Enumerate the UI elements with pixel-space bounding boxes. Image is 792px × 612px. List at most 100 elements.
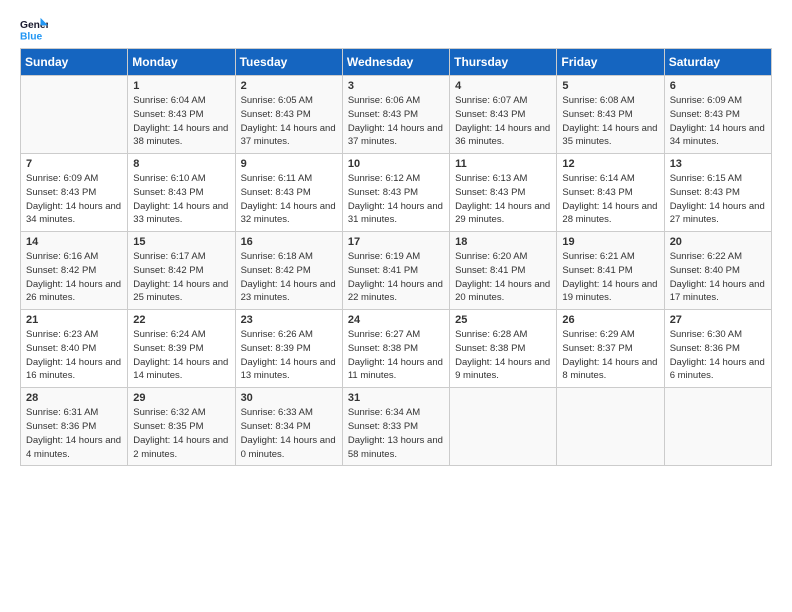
day-header-sunday: Sunday: [21, 49, 128, 76]
sunrise-text: Sunrise: 6:17 AMSunset: 8:42 PMDaylight:…: [133, 251, 228, 303]
sunrise-text: Sunrise: 6:13 AMSunset: 8:43 PMDaylight:…: [455, 173, 550, 225]
sunrise-text: Sunrise: 6:12 AMSunset: 8:43 PMDaylight:…: [348, 173, 443, 225]
day-number: 29: [133, 392, 229, 404]
week-row-3: 14 Sunrise: 6:16 AMSunset: 8:42 PMDayligh…: [21, 232, 772, 310]
day-header-row: SundayMondayTuesdayWednesdayThursdayFrid…: [21, 49, 772, 76]
week-row-2: 7Sunrise: 6:09 AMSunset: 8:43 PMDaylight…: [21, 154, 772, 232]
day-number: 12: [562, 158, 658, 170]
day-cell: 4 Sunrise: 6:07 AMSunset: 8:43 PMDaylight…: [450, 76, 557, 154]
sunrise-text: Sunrise: 6:23 AMSunset: 8:40 PMDaylight:…: [26, 329, 121, 381]
day-cell: [557, 388, 664, 466]
day-cell: 11 Sunrise: 6:13 AMSunset: 8:43 PMDayligh…: [450, 154, 557, 232]
sunrise-text: Sunrise: 6:32 AMSunset: 8:35 PMDaylight:…: [133, 407, 228, 459]
sunrise-text: Sunrise: 6:29 AMSunset: 8:37 PMDaylight:…: [562, 329, 657, 381]
day-cell: 9Sunrise: 6:11 AMSunset: 8:43 PMDaylight…: [235, 154, 342, 232]
sunrise-text: Sunrise: 6:28 AMSunset: 8:38 PMDaylight:…: [455, 329, 550, 381]
svg-text:Blue: Blue: [20, 31, 43, 42]
day-cell: 5 Sunrise: 6:08 AMSunset: 8:43 PMDaylight…: [557, 76, 664, 154]
day-cell: [21, 76, 128, 154]
day-cell: 29 Sunrise: 6:32 AMSunset: 8:35 PMDayligh…: [128, 388, 235, 466]
day-number: 14: [26, 236, 122, 248]
day-cell: 2Sunrise: 6:05 AMSunset: 8:43 PMDaylight…: [235, 76, 342, 154]
day-number: 23: [241, 314, 337, 326]
sunrise-text: Sunrise: 6:27 AMSunset: 8:38 PMDaylight:…: [348, 329, 443, 381]
week-row-4: 21 Sunrise: 6:23 AMSunset: 8:40 PMDayligh…: [21, 310, 772, 388]
day-number: 13: [670, 158, 766, 170]
day-cell: 13 Sunrise: 6:15 AMSunset: 8:43 PMDayligh…: [664, 154, 771, 232]
day-number: 3: [348, 80, 444, 92]
day-cell: 30 Sunrise: 6:33 AMSunset: 8:34 PMDayligh…: [235, 388, 342, 466]
sunrise-text: Sunrise: 6:33 AMSunset: 8:34 PMDaylight:…: [241, 407, 336, 459]
sunrise-text: Sunrise: 6:14 AMSunset: 8:43 PMDaylight:…: [562, 173, 657, 225]
sunrise-text: Sunrise: 6:34 AMSunset: 8:33 PMDaylight:…: [348, 407, 443, 459]
sunrise-text: Sunrise: 6:24 AMSunset: 8:39 PMDaylight:…: [133, 329, 228, 381]
week-row-5: 28 Sunrise: 6:31 AMSunset: 8:36 PMDayligh…: [21, 388, 772, 466]
day-cell: 26 Sunrise: 6:29 AMSunset: 8:37 PMDayligh…: [557, 310, 664, 388]
sunrise-text: Sunrise: 6:21 AMSunset: 8:41 PMDaylight:…: [562, 251, 657, 303]
logo: General Blue: [20, 16, 48, 44]
day-number: 1: [133, 80, 229, 92]
day-number: 28: [26, 392, 122, 404]
day-header-monday: Monday: [128, 49, 235, 76]
sunrise-text: Sunrise: 6:07 AMSunset: 8:43 PMDaylight:…: [455, 95, 550, 147]
day-cell: 6Sunrise: 6:09 AMSunset: 8:43 PMDaylight…: [664, 76, 771, 154]
sunrise-text: Sunrise: 6:19 AMSunset: 8:41 PMDaylight:…: [348, 251, 443, 303]
day-number: 10: [348, 158, 444, 170]
day-cell: 3Sunrise: 6:06 AMSunset: 8:43 PMDaylight…: [342, 76, 449, 154]
day-number: 30: [241, 392, 337, 404]
day-cell: [450, 388, 557, 466]
week-row-1: 1 Sunrise: 6:04 AMSunset: 8:43 PMDaylight…: [21, 76, 772, 154]
day-number: 24: [348, 314, 444, 326]
day-cell: 25Sunrise: 6:28 AMSunset: 8:38 PMDayligh…: [450, 310, 557, 388]
day-number: 26: [562, 314, 658, 326]
day-cell: 22 Sunrise: 6:24 AMSunset: 8:39 PMDayligh…: [128, 310, 235, 388]
sunrise-text: Sunrise: 6:31 AMSunset: 8:36 PMDaylight:…: [26, 407, 121, 459]
day-cell: 23 Sunrise: 6:26 AMSunset: 8:39 PMDayligh…: [235, 310, 342, 388]
day-cell: 27Sunrise: 6:30 AMSunset: 8:36 PMDayligh…: [664, 310, 771, 388]
day-cell: 1 Sunrise: 6:04 AMSunset: 8:43 PMDaylight…: [128, 76, 235, 154]
day-cell: 17 Sunrise: 6:19 AMSunset: 8:41 PMDayligh…: [342, 232, 449, 310]
day-header-tuesday: Tuesday: [235, 49, 342, 76]
day-cell: [664, 388, 771, 466]
day-cell: 16 Sunrise: 6:18 AMSunset: 8:42 PMDayligh…: [235, 232, 342, 310]
day-number: 18: [455, 236, 551, 248]
sunrise-text: Sunrise: 6:15 AMSunset: 8:43 PMDaylight:…: [670, 173, 765, 225]
day-cell: 10 Sunrise: 6:12 AMSunset: 8:43 PMDayligh…: [342, 154, 449, 232]
day-number: 19: [562, 236, 658, 248]
day-cell: 7Sunrise: 6:09 AMSunset: 8:43 PMDaylight…: [21, 154, 128, 232]
day-number: 7: [26, 158, 122, 170]
day-number: 17: [348, 236, 444, 248]
day-number: 11: [455, 158, 551, 170]
day-cell: 24 Sunrise: 6:27 AMSunset: 8:38 PMDayligh…: [342, 310, 449, 388]
day-cell: 28 Sunrise: 6:31 AMSunset: 8:36 PMDayligh…: [21, 388, 128, 466]
day-cell: 14 Sunrise: 6:16 AMSunset: 8:42 PMDayligh…: [21, 232, 128, 310]
day-number: 15: [133, 236, 229, 248]
sunrise-text: Sunrise: 6:16 AMSunset: 8:42 PMDaylight:…: [26, 251, 121, 303]
day-header-friday: Friday: [557, 49, 664, 76]
day-header-thursday: Thursday: [450, 49, 557, 76]
sunrise-text: Sunrise: 6:26 AMSunset: 8:39 PMDaylight:…: [241, 329, 336, 381]
sunrise-text: Sunrise: 6:30 AMSunset: 8:36 PMDaylight:…: [670, 329, 765, 381]
day-number: 16: [241, 236, 337, 248]
sunrise-text: Sunrise: 6:08 AMSunset: 8:43 PMDaylight:…: [562, 95, 657, 147]
sunrise-text: Sunrise: 6:04 AMSunset: 8:43 PMDaylight:…: [133, 95, 228, 147]
page-container: General Blue SundayMondayTuesdayWednesda…: [0, 0, 792, 476]
day-number: 9: [241, 158, 337, 170]
day-number: 31: [348, 392, 444, 404]
day-header-saturday: Saturday: [664, 49, 771, 76]
day-number: 2: [241, 80, 337, 92]
day-cell: 19 Sunrise: 6:21 AMSunset: 8:41 PMDayligh…: [557, 232, 664, 310]
day-number: 6: [670, 80, 766, 92]
day-number: 4: [455, 80, 551, 92]
day-number: 22: [133, 314, 229, 326]
day-number: 20: [670, 236, 766, 248]
day-number: 21: [26, 314, 122, 326]
sunrise-text: Sunrise: 6:18 AMSunset: 8:42 PMDaylight:…: [241, 251, 336, 303]
day-cell: 20Sunrise: 6:22 AMSunset: 8:40 PMDayligh…: [664, 232, 771, 310]
day-cell: 31 Sunrise: 6:34 AMSunset: 8:33 PMDayligh…: [342, 388, 449, 466]
calendar-table: SundayMondayTuesdayWednesdayThursdayFrid…: [20, 48, 772, 466]
sunrise-text: Sunrise: 6:10 AMSunset: 8:43 PMDaylight:…: [133, 173, 228, 225]
day-number: 5: [562, 80, 658, 92]
logo-icon: General Blue: [20, 16, 48, 44]
sunrise-text: Sunrise: 6:20 AMSunset: 8:41 PMDaylight:…: [455, 251, 550, 303]
